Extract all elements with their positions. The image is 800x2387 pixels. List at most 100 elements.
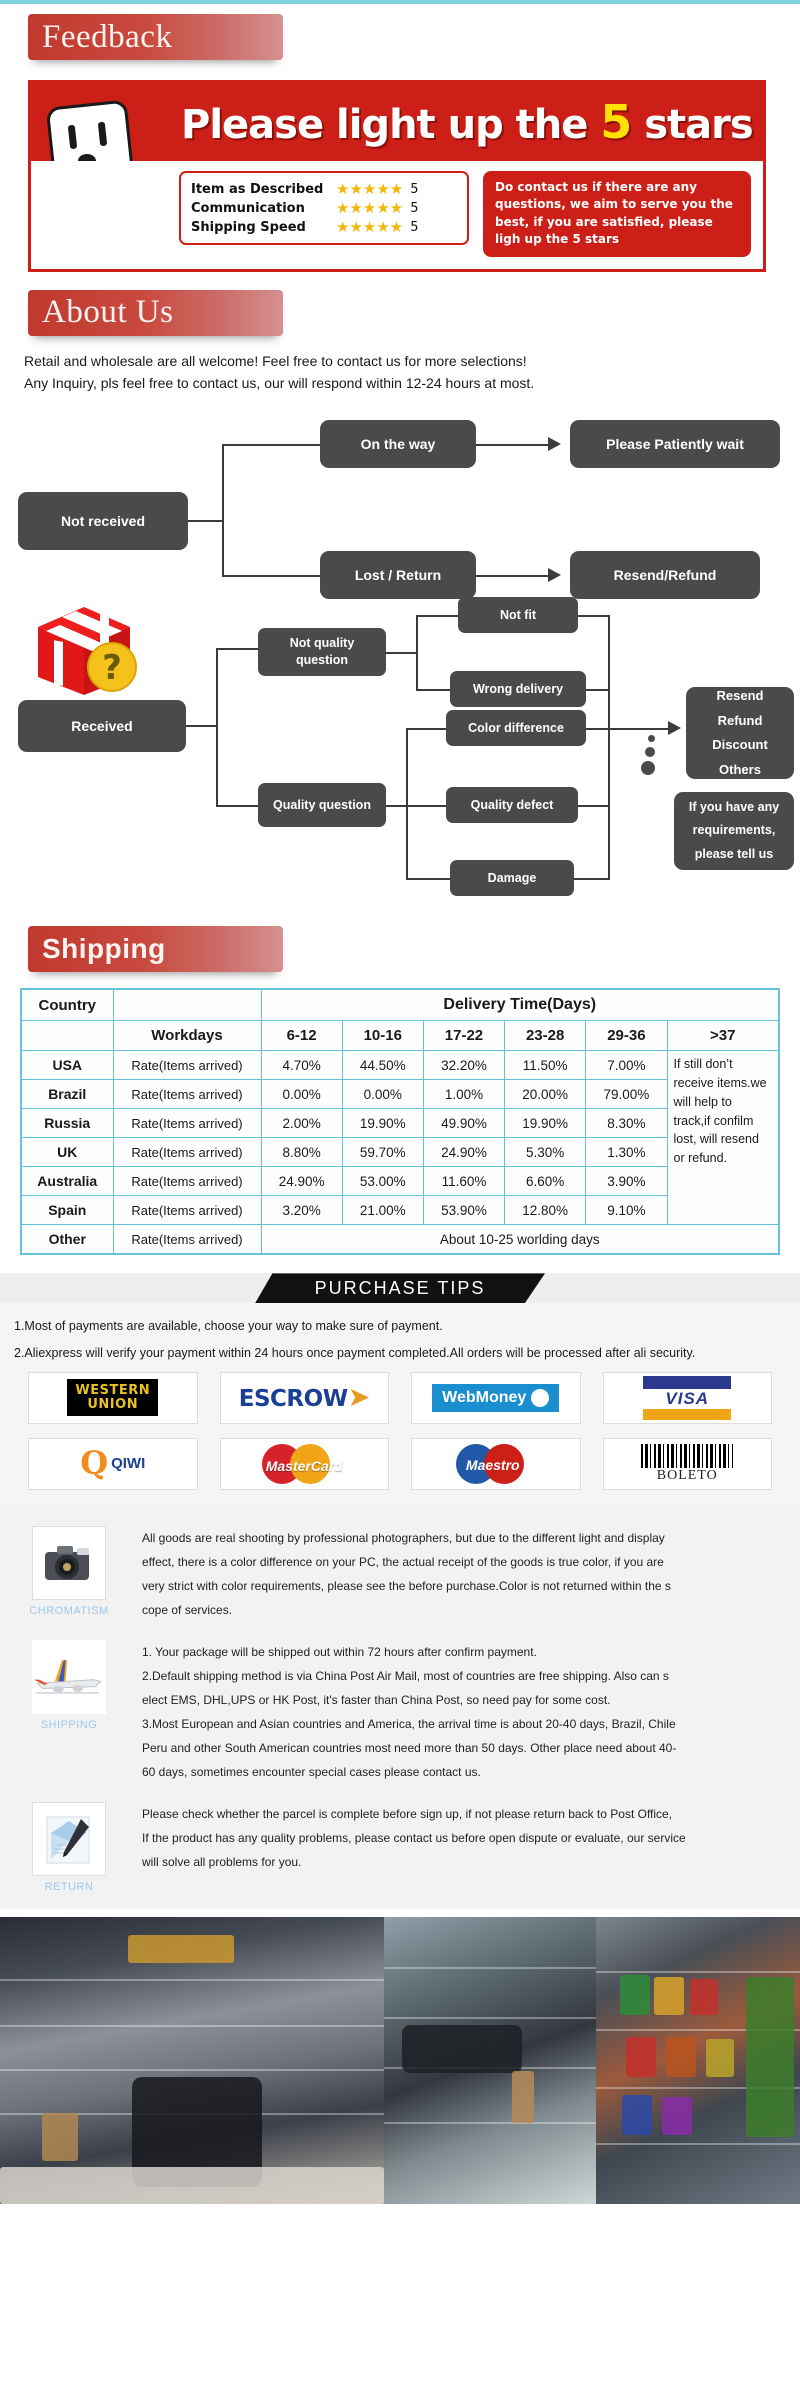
purchase-tips-section: PURCHASE TIPS 1.Most of payments are ava… [0, 1273, 800, 1909]
flow-node-on-the-way: On the way [320, 420, 476, 469]
about-line-2: Any Inquiry, pls feel free to contact us… [24, 374, 535, 391]
row-value: 20.00% [504, 1079, 587, 1110]
purchase-tips-ribbon: PURCHASE TIPS [255, 1273, 545, 1304]
envelope-pen-icon [32, 1801, 106, 1876]
table-subheader-blank [20, 1020, 114, 1052]
row-country: Other [20, 1224, 114, 1255]
table-subheader-range-5: >37 [666, 1020, 780, 1052]
payment-mastercard-icon: MasterCard [219, 1437, 389, 1490]
flow-connector [222, 444, 224, 577]
airplane-icon [32, 1639, 106, 1714]
row-value: 0.00% [341, 1079, 424, 1110]
payment-western-union-icon: WESTERN UNION [28, 1371, 198, 1424]
row-rate-label: Rate(Items arrived) [112, 1108, 262, 1139]
rating-stars-icon: ★★★★★ [336, 218, 404, 236]
info-line: If the product has any quality problems,… [142, 1830, 686, 1845]
flow-connector [586, 689, 610, 692]
payment-boleto-icon: BOLETO [602, 1437, 772, 1490]
flow-outcome-resend: Resend [716, 687, 764, 703]
table-subheader-workdays: Workdays [112, 1020, 262, 1052]
row-value: 59.70% [341, 1137, 424, 1168]
flow-connector [406, 878, 452, 881]
row-value: 5.30% [504, 1137, 587, 1168]
flow-dot-icon [645, 747, 655, 758]
flow-requirements-line-3: please tell us [694, 847, 774, 862]
info-icon-label: CHROMATISM [29, 1604, 109, 1617]
shipping-table-wrap: Country Delivery Time(Days) Workdays 6-1… [20, 988, 780, 1256]
table-header-country: Country [20, 988, 114, 1022]
row-value: 32.20% [422, 1050, 506, 1081]
row-value: 19.90% [341, 1108, 424, 1139]
flow-connector [386, 652, 418, 655]
maestro-label: Maestro [465, 1456, 520, 1473]
flow-node-received: Received [18, 700, 186, 753]
flow-arrow-icon [548, 568, 561, 583]
table-row-other: Other Rate(Items arrived) About 10-25 wo… [20, 1224, 780, 1255]
row-value: 44.50% [341, 1050, 424, 1081]
row-country: UK [20, 1137, 114, 1168]
purchase-tip-1: 1.Most of payments are available, choose… [14, 1319, 443, 1334]
visa-top-bar [643, 1375, 732, 1389]
row-value: 1.00% [422, 1079, 506, 1110]
table-header-blank [112, 988, 262, 1022]
row-country: Brazil [20, 1079, 114, 1110]
flow-connector [416, 615, 458, 618]
info-row-chromatism: CHROMATISM All goods are real shooting b… [14, 1514, 786, 1628]
flow-connector [578, 805, 610, 808]
section-header-shipping: Shipping [28, 926, 283, 973]
western-union-line-2: UNION [87, 1396, 139, 1412]
photo-store-interior-motorcycle [0, 1916, 384, 2204]
flow-connector [574, 878, 610, 881]
row-value: 12.80% [504, 1195, 587, 1226]
row-value: 53.90% [422, 1195, 506, 1226]
purchase-info-rows: CHROMATISM All goods are real shooting b… [14, 1514, 786, 1899]
section-header-feedback: Feedback [28, 14, 283, 60]
payment-maestro-icon: Maestro [411, 1437, 581, 1490]
about-us-text: Retail and wholesale are all welcome! Fe… [24, 350, 800, 395]
info-line: very strict with color requirements, ple… [142, 1578, 671, 1593]
info-line: effect, there is a color difference on y… [142, 1554, 664, 1569]
rating-row: Shipping Speed ★★★★★ 5 [191, 218, 457, 236]
flow-node-not-fit: Not fit [458, 597, 578, 634]
row-rate-label: Rate(Items arrived) [112, 1050, 262, 1081]
table-row: Russia Rate(Items arrived) 2.00% 19.90% … [20, 1108, 779, 1139]
qiwi-q-glyph: Q [80, 1443, 109, 1482]
row-value: 11.50% [504, 1050, 587, 1081]
row-value: 21.00% [341, 1195, 424, 1226]
mascot-thumbs-up-icon [47, 100, 133, 161]
flow-outcome-discount: Discount [712, 737, 768, 753]
table-subheader-range-1: 10-16 [341, 1020, 424, 1052]
row-value: 6.60% [504, 1166, 587, 1197]
flow-node-requirements: If you have any requirements, please tel… [674, 792, 794, 871]
info-icon-label: RETURN [44, 1880, 94, 1893]
row-value: 49.90% [422, 1108, 506, 1139]
row-value: 7.00% [585, 1050, 668, 1081]
table-header-row: Country Delivery Time(Days) [20, 988, 780, 1022]
mastercard-label: MasterCard [265, 1457, 343, 1474]
row-value: 11.60% [422, 1166, 506, 1197]
flow-connector [476, 444, 552, 447]
flow-node-not-received: Not received [18, 492, 188, 551]
table-subheader-range-2: 17-22 [422, 1020, 506, 1052]
webmoney-globe-icon [531, 1388, 550, 1407]
feedback-headline-pre: Please light up the [181, 102, 588, 148]
flow-connector [416, 615, 418, 692]
contact-us-note: Do contact us if there are any questions… [483, 171, 751, 257]
row-value: 3.90% [585, 1166, 668, 1197]
feedback-headline-post: stars [644, 102, 753, 148]
store-photo-strip [0, 1916, 800, 2204]
table-row: Australia Rate(Items arrived) 24.90% 53.… [20, 1166, 779, 1197]
flow-connector [578, 615, 610, 618]
row-value: 24.90% [260, 1166, 343, 1197]
photo-store-shelves-parts [384, 1916, 596, 2204]
purchase-tips-text: 1.Most of payments are available, choose… [0, 1303, 800, 1504]
visa-bottom-bar [643, 1408, 732, 1420]
rating-row: Communication ★★★★★ 5 [191, 199, 457, 217]
row-country: USA [20, 1050, 114, 1081]
info-row-shipping: SHIPPING 1. Your package will be shipped… [14, 1628, 786, 1790]
flow-node-color-difference: Color difference [446, 710, 586, 747]
feedback-banner-bottom: Item as Described ★★★★★ 5 Communication … [31, 161, 763, 269]
escrow-label: ESCROW [238, 1386, 348, 1413]
table-subheader-range-0: 6-12 [260, 1020, 343, 1052]
info-line: Peru and other South American countries … [142, 1740, 677, 1755]
